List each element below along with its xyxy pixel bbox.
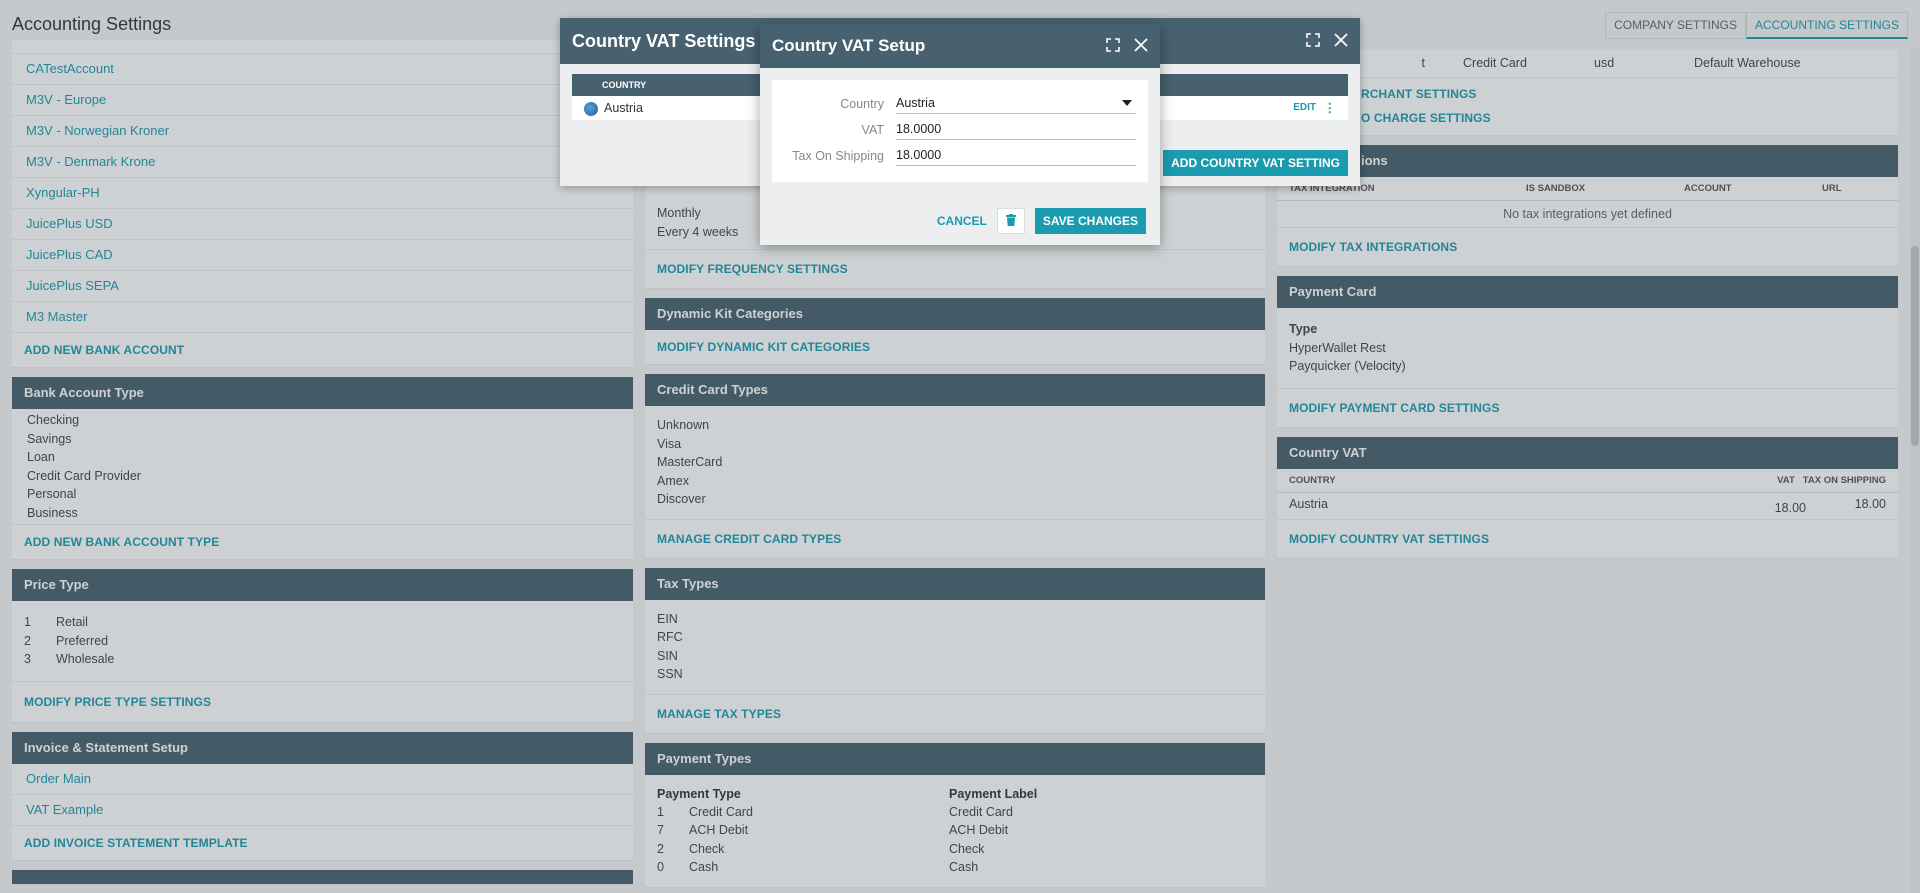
dialog-form: Country Austria VAT 18.0000 Tax On Shipp… bbox=[772, 80, 1148, 182]
close-icon[interactable] bbox=[1134, 24, 1148, 68]
vat-input[interactable]: 18.0000 bbox=[896, 122, 1136, 140]
edit-button[interactable]: EDIT bbox=[1293, 96, 1316, 120]
save-changes-button[interactable]: SAVE CHANGES bbox=[1034, 208, 1146, 234]
maximize-icon[interactable] bbox=[1106, 24, 1120, 68]
chevron-down-icon bbox=[1122, 100, 1132, 106]
country-cell: Austria bbox=[604, 101, 643, 115]
cancel-button[interactable]: CANCEL bbox=[937, 214, 987, 228]
dialog-controls bbox=[1306, 18, 1348, 64]
field-label: Tax On Shipping bbox=[792, 149, 884, 163]
vat-row: VAT 18.0000 bbox=[784, 114, 1136, 140]
dialog-controls bbox=[1106, 24, 1148, 68]
maximize-icon[interactable] bbox=[1306, 18, 1320, 64]
select-value: Austria bbox=[896, 96, 935, 110]
country-select[interactable]: Austria bbox=[896, 96, 1136, 114]
country-row: Country Austria bbox=[784, 88, 1136, 114]
close-icon[interactable] bbox=[1334, 18, 1348, 64]
tax-on-shipping-input[interactable]: 18.0000 bbox=[896, 148, 1136, 166]
field-label: VAT bbox=[861, 123, 884, 137]
add-country-vat-button[interactable]: ADD COUNTRY VAT SETTING bbox=[1163, 150, 1348, 176]
dialog-title: Country VAT Settings bbox=[572, 31, 756, 51]
shipping-row: Tax On Shipping 18.0000 bbox=[784, 140, 1136, 166]
dialog-title: Country VAT Setup bbox=[772, 36, 926, 55]
trash-icon bbox=[1005, 213, 1016, 229]
delete-button[interactable] bbox=[996, 208, 1025, 234]
field-label: Country bbox=[840, 97, 884, 111]
dialog-footer: CANCEL SAVE CHANGES bbox=[937, 208, 1146, 234]
globe-icon bbox=[584, 101, 598, 116]
more-icon[interactable]: ⋮ bbox=[1324, 96, 1337, 120]
country-vat-setup-dialog: Country VAT Setup Country Austria VAT 18… bbox=[760, 24, 1160, 245]
dialog-header: Country VAT Setup bbox=[760, 24, 1160, 68]
